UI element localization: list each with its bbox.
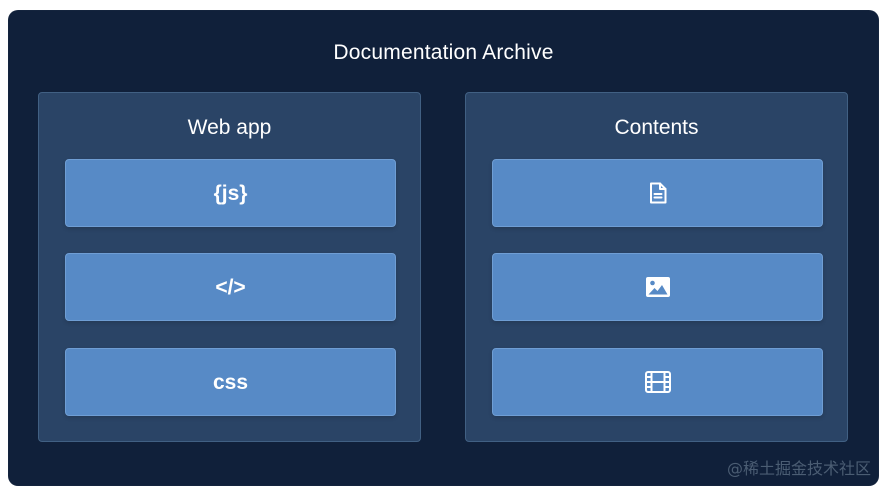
- watermark: @稀土掘金技术社区: [726, 459, 871, 478]
- image-icon: [645, 276, 671, 298]
- film-card: [492, 348, 823, 416]
- document-card: [492, 159, 823, 227]
- css-card-label: css: [212, 370, 249, 394]
- html-card: </>: [65, 253, 396, 321]
- web-app-panel: Web app {js} </> css: [38, 92, 421, 442]
- document-icon: [649, 182, 667, 204]
- contents-panel-title: Contents: [614, 116, 699, 139]
- diagram-frame: Documentation Archive Web app {js} </> c…: [8, 10, 879, 486]
- js-card-label: {js}: [213, 181, 248, 205]
- js-card: {js}: [65, 159, 396, 227]
- contents-panel: Contents: [465, 92, 848, 442]
- css-card: css: [65, 348, 396, 416]
- image-card: [492, 253, 823, 321]
- html-card-label: </>: [215, 275, 246, 299]
- diagram-title: Documentation Archive: [333, 41, 554, 64]
- web-app-panel-title: Web app: [187, 116, 272, 139]
- film-icon: [644, 371, 671, 393]
